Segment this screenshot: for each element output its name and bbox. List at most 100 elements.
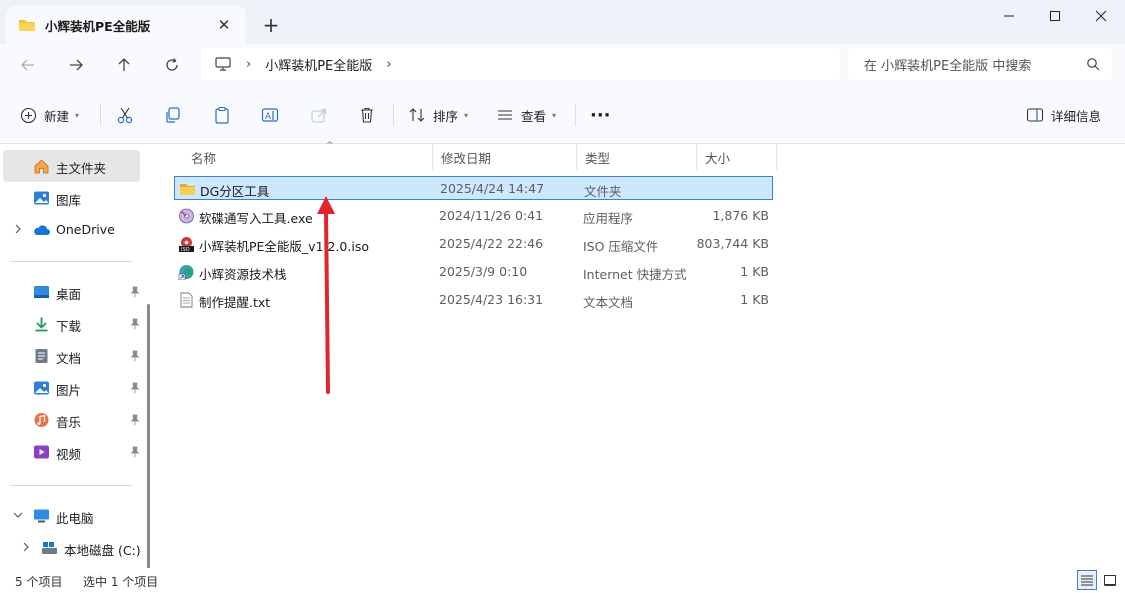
- sidebar-item-pictures[interactable]: 图片: [3, 372, 140, 404]
- up-button[interactable]: [109, 50, 139, 80]
- file-type: 文本文档: [583, 295, 634, 310]
- delete-button[interactable]: [358, 102, 376, 128]
- forward-button[interactable]: [61, 50, 91, 80]
- divider: [575, 104, 576, 126]
- sidebar-item-label: 桌面: [56, 287, 82, 302]
- status-bar: 5 个项目 选中 1 个项目: [0, 568, 1125, 593]
- sidebar-item-onedrive[interactable]: OneDrive: [3, 214, 140, 246]
- share-button[interactable]: [310, 102, 328, 128]
- cloud-icon: [34, 225, 50, 235]
- sidebar-scrollbar[interactable]: [147, 304, 150, 593]
- arrow-right-icon: [70, 59, 83, 71]
- file-row[interactable]: 制作提醒.txt 2025/4/23 16:31 文本文档 1 KB: [174, 288, 773, 312]
- gallery-icon: [34, 191, 49, 205]
- chevron-right-icon[interactable]: [13, 224, 23, 234]
- refresh-button[interactable]: [157, 50, 187, 80]
- scissors-icon: [117, 107, 133, 124]
- pin-icon[interactable]: [130, 446, 140, 458]
- sort-button[interactable]: 排序 ▾: [408, 102, 468, 128]
- new-tab-button[interactable]: +: [258, 12, 284, 38]
- pin-icon[interactable]: [130, 414, 140, 426]
- chevron-right-icon[interactable]: [21, 542, 31, 552]
- chevron-down-icon[interactable]: [13, 510, 23, 520]
- divider: [100, 104, 101, 126]
- file-date: 2025/4/24 14:47: [440, 181, 545, 196]
- column-header-modified[interactable]: 修改日期: [433, 144, 577, 170]
- rename-button[interactable]: A: [261, 102, 279, 128]
- sidebar-item-label: 下载: [56, 319, 82, 334]
- sidebar-item-home[interactable]: 主文件夹: [3, 150, 140, 182]
- file-date: 2024/11/26 0:41: [439, 208, 544, 223]
- view-icon: [498, 110, 512, 120]
- paste-button[interactable]: [213, 102, 231, 128]
- breadcrumb-separator-icon: ›: [246, 56, 252, 72]
- sidebar-item-label: 文档: [56, 351, 82, 366]
- file-name: 软碟通写入工具.exe: [199, 211, 313, 226]
- pin-icon[interactable]: [130, 286, 140, 298]
- pin-icon[interactable]: [130, 382, 140, 394]
- sidebar-item-label: 本地磁盘 (C:): [64, 543, 141, 558]
- close-icon: [1095, 10, 1107, 22]
- more-options-button[interactable]: ···: [590, 102, 611, 128]
- sidebar-item-local-disk[interactable]: 本地磁盘 (C:): [3, 532, 143, 564]
- refresh-icon: [166, 58, 178, 71]
- file-row[interactable]: DG分区工具 2025/4/24 14:47 文件夹: [174, 176, 773, 200]
- sidebar-item-label: 图库: [56, 193, 82, 208]
- minimize-button[interactable]: [986, 2, 1032, 30]
- download-icon: [35, 317, 48, 332]
- svg-text:A: A: [265, 112, 272, 122]
- details-view-button[interactable]: [1077, 570, 1097, 590]
- file-row[interactable]: 软碟通写入工具.exe 2024/11/26 0:41 应用程序 1,876 K…: [174, 204, 773, 228]
- file-row[interactable]: ISO 小辉装机PE全能版_v1.2.0.iso 2025/4/22 22:46…: [174, 232, 773, 256]
- column-header-type[interactable]: 类型: [577, 144, 697, 170]
- file-name: 小辉装机PE全能版_v1.2.0.iso: [199, 239, 369, 254]
- column-header-size[interactable]: 大小: [697, 144, 777, 170]
- maximize-button[interactable]: [1032, 2, 1078, 30]
- sidebar-divider: [10, 261, 132, 262]
- plus-circle-icon: [20, 107, 37, 123]
- edge-shortcut-icon: [178, 265, 194, 280]
- details-pane-button[interactable]: 详细信息: [1026, 102, 1101, 128]
- file-type: 应用程序: [583, 211, 634, 226]
- column-header-name[interactable]: 名称 ^: [183, 141, 433, 170]
- breadcrumb-item[interactable]: 小辉装机PE全能版: [265, 55, 372, 74]
- sidebar-item-music[interactable]: 音乐: [3, 404, 140, 436]
- sidebar-item-videos[interactable]: 视频: [3, 436, 140, 468]
- disc-app-icon: [179, 208, 194, 224]
- sidebar-item-documents[interactable]: 文档: [3, 340, 140, 372]
- chevron-down-icon: ▾: [464, 110, 469, 120]
- new-button[interactable]: 新建 ▾: [20, 102, 79, 128]
- sidebar-divider: [10, 485, 132, 486]
- sidebar-item-gallery[interactable]: 图库: [3, 182, 140, 214]
- view-button[interactable]: 查看 ▾: [496, 102, 556, 128]
- item-count: 5 个项目: [15, 575, 63, 589]
- command-bar: 新建 ▾ A 排序 ▾ 查看 ▾ ··· 详细信息: [0, 86, 1125, 144]
- file-type: ISO 压缩文件: [583, 239, 659, 254]
- breadcrumb-chevron-icon[interactable]: ›: [386, 57, 391, 72]
- back-button[interactable]: [13, 50, 43, 80]
- file-date: 2025/3/9 0:10: [439, 264, 528, 279]
- address-bar[interactable]: › 小辉装机PE全能版 ›: [202, 48, 840, 80]
- sidebar-item-downloads[interactable]: 下载: [3, 308, 140, 340]
- details-pane-label: 详细信息: [1051, 108, 1102, 124]
- drive-icon: [42, 542, 57, 554]
- search-input[interactable]: 在 小辉装机PE全能版 中搜索: [848, 48, 1112, 80]
- arrow-left-icon: [21, 59, 34, 71]
- tab-current-folder[interactable]: 小辉装机PE全能版 ✕: [6, 6, 246, 44]
- copy-button[interactable]: [164, 102, 182, 128]
- selected-count: 选中 1 个项目: [83, 575, 159, 589]
- pin-icon[interactable]: [130, 318, 140, 330]
- tiles-view-button[interactable]: [1100, 570, 1120, 590]
- cut-button[interactable]: [116, 102, 134, 128]
- pin-icon[interactable]: [130, 350, 140, 362]
- clipboard-icon: [215, 106, 229, 124]
- close-window-button[interactable]: [1078, 2, 1124, 30]
- view-label: 查看: [521, 108, 547, 124]
- tab-title: 小辉装机PE全能版: [45, 18, 151, 34]
- sidebar-item-this-pc[interactable]: 此电脑: [3, 500, 140, 532]
- file-row[interactable]: 小辉资源技术栈 2025/3/9 0:10 Internet 快捷方式 1 KB: [174, 260, 773, 284]
- close-tab-icon[interactable]: ✕: [214, 15, 234, 35]
- sidebar-item-desktop[interactable]: 桌面: [3, 276, 140, 308]
- arrow-up-icon: [118, 58, 130, 71]
- sort-label: 排序: [433, 108, 459, 124]
